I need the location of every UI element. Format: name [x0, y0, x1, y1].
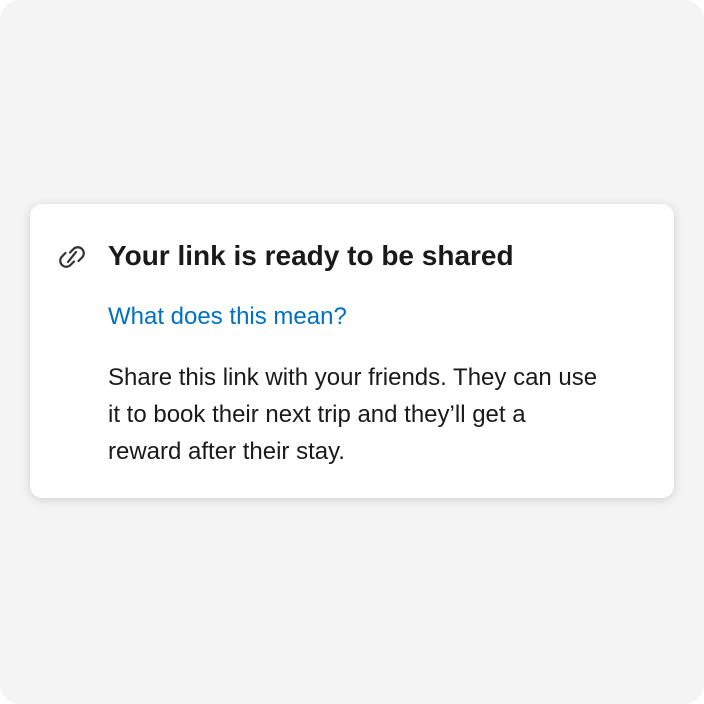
- card-description: Share this link with your friends. They …: [108, 364, 598, 465]
- page-background: Your link is ready to be shared What doe…: [0, 0, 704, 704]
- what-does-this-mean-link[interactable]: What does this mean?: [108, 301, 347, 333]
- link-icon: [54, 242, 90, 272]
- share-link-card: Your link is ready to be shared What doe…: [30, 204, 674, 498]
- card-title: Your link is ready to be shared: [108, 240, 514, 271]
